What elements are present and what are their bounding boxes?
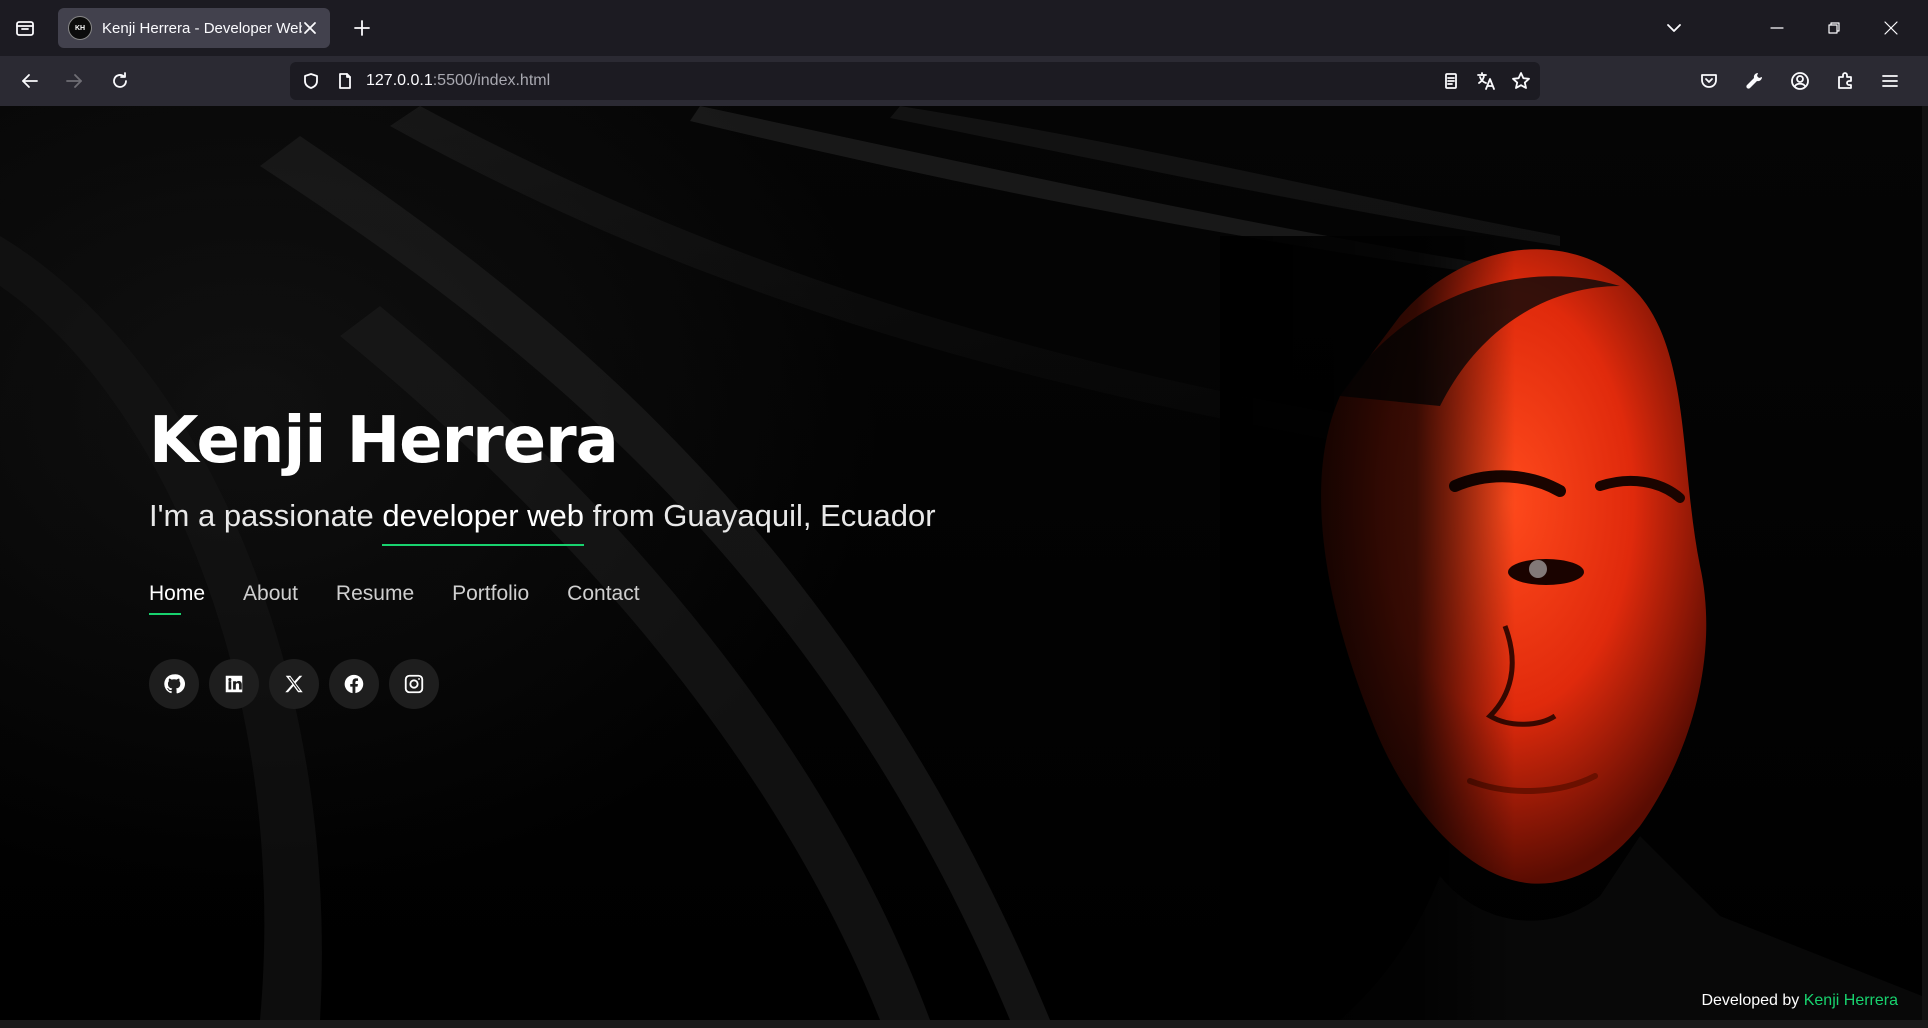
- hero-name: Kenji Herrera: [149, 404, 619, 478]
- facebook-icon[interactable]: [329, 659, 379, 709]
- typed-highlight: developer web: [382, 498, 585, 546]
- instagram-icon[interactable]: [389, 659, 439, 709]
- social-links: [149, 659, 439, 709]
- nav-home[interactable]: Home: [149, 582, 205, 615]
- hero-subtitle: I'm a passionate developer web from Guay…: [149, 498, 936, 546]
- menu-icon[interactable]: [1874, 66, 1906, 96]
- page-scrollbar[interactable]: [1922, 106, 1928, 1020]
- nav-about[interactable]: About: [243, 582, 298, 606]
- restore-icon[interactable]: [1819, 14, 1849, 42]
- footer-credits: Developed by Kenji Herrera: [1701, 992, 1898, 1009]
- x-twitter-icon[interactable]: [269, 659, 319, 709]
- wrench-icon[interactable]: [1738, 66, 1770, 96]
- url-bar[interactable]: 127.0.0.1:5500/index.html: [290, 62, 1540, 100]
- bookmark-star-icon[interactable]: [1510, 70, 1532, 92]
- window-close-icon[interactable]: [1876, 14, 1906, 42]
- list-all-tabs-icon[interactable]: [1659, 14, 1689, 42]
- forward-icon[interactable]: [58, 66, 90, 96]
- tab-title: Kenji Herrera - Developer Web: [102, 19, 302, 37]
- bottom-edge: [0, 1020, 1928, 1028]
- hero-section: Kenji Herrera I'm a passionate developer…: [0, 106, 1922, 1020]
- browser-navigation-bar: 127.0.0.1:5500/index.html: [0, 56, 1928, 107]
- nav-contact[interactable]: Contact: [567, 582, 639, 606]
- pocket-icon[interactable]: [1693, 66, 1725, 96]
- nav-resume[interactable]: Resume: [336, 582, 414, 606]
- nav-portfolio[interactable]: Portfolio: [452, 582, 529, 606]
- github-icon[interactable]: [149, 659, 199, 709]
- minimize-icon[interactable]: [1762, 14, 1792, 42]
- browser-tab[interactable]: KH Kenji Herrera - Developer Web: [58, 8, 330, 48]
- browser-tab-bar: KH Kenji Herrera - Developer Web: [0, 0, 1928, 56]
- extensions-icon[interactable]: [1829, 66, 1861, 96]
- linkedin-icon[interactable]: [209, 659, 259, 709]
- main-navigation: Home About Resume Portfolio Contact: [149, 582, 640, 615]
- translate-icon[interactable]: [1475, 70, 1497, 92]
- author-link[interactable]: Kenji Herrera: [1804, 992, 1898, 1009]
- reader-view-icon[interactable]: [1440, 70, 1462, 92]
- close-icon[interactable]: [300, 18, 320, 38]
- new-tab-icon[interactable]: [348, 14, 376, 42]
- url-text[interactable]: 127.0.0.1:5500/index.html: [366, 72, 550, 90]
- tab-list-icon[interactable]: [10, 14, 40, 42]
- reload-icon[interactable]: [104, 66, 136, 96]
- portrait-image: [1220, 236, 1922, 1020]
- page-icon[interactable]: [334, 70, 356, 92]
- back-icon[interactable]: [14, 66, 46, 96]
- tab-favicon: KH: [68, 16, 92, 40]
- shield-icon[interactable]: [300, 70, 322, 92]
- account-icon[interactable]: [1784, 66, 1816, 96]
